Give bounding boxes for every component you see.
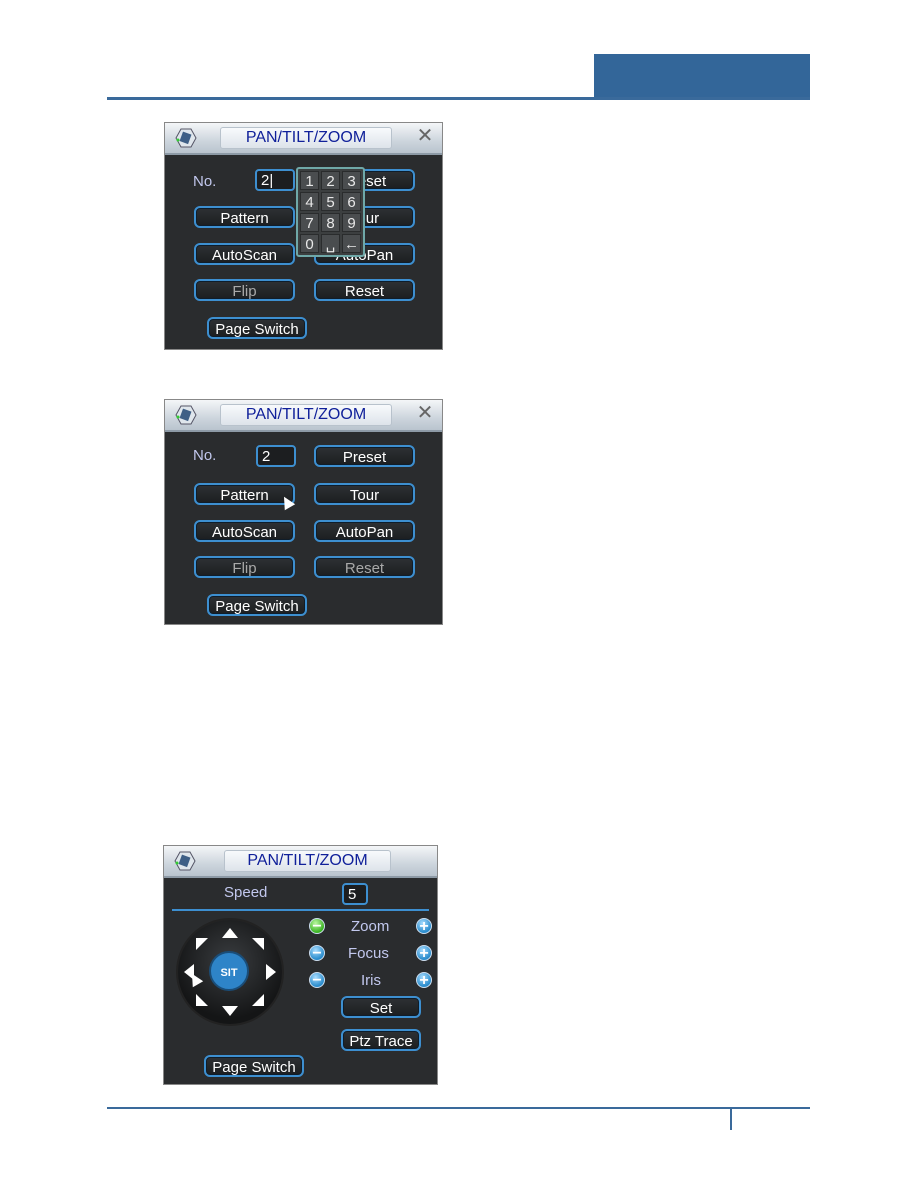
separator xyxy=(172,909,429,911)
page-switch-button[interactable]: Page Switch xyxy=(204,1055,304,1077)
no-label: No. xyxy=(193,173,217,190)
close-icon[interactable]: ✕ xyxy=(416,126,434,146)
arrow-down-icon[interactable] xyxy=(222,1006,238,1016)
arrow-up-right-icon[interactable] xyxy=(252,938,264,950)
arrow-down-right-icon[interactable] xyxy=(252,994,264,1006)
camera-logo-icon xyxy=(175,128,197,148)
key-3[interactable]: 3 xyxy=(342,171,361,190)
focus-label: Focus xyxy=(348,945,389,962)
title-bar: PAN/TILT/ZOOM xyxy=(164,846,437,878)
ptz-window-keypad: PAN/TILT/ZOOM ✕ No. 2| Preset Pattern To… xyxy=(164,122,443,350)
footer-divider xyxy=(730,1108,732,1130)
window-title: PAN/TILT/ZOOM xyxy=(220,404,392,426)
key-2[interactable]: 2 xyxy=(321,171,340,190)
autopan-button[interactable]: AutoPan xyxy=(314,520,415,542)
window-title: PAN/TILT/ZOOM xyxy=(224,850,391,872)
ptz-trace-button[interactable]: Ptz Trace xyxy=(341,1029,421,1051)
preset-button[interactable]: Preset xyxy=(314,445,415,467)
title-bar: PAN/TILT/ZOOM ✕ xyxy=(165,123,442,155)
camera-logo-icon xyxy=(175,405,197,425)
key-5[interactable]: 5 xyxy=(321,192,340,211)
title-bar: PAN/TILT/ZOOM ✕ xyxy=(165,400,442,432)
arrow-up-left-icon[interactable] xyxy=(196,938,208,950)
key-9[interactable]: 9 xyxy=(342,213,361,232)
numeric-keypad: 1 2 3 4 5 6 7 8 9 0 ␣ ← xyxy=(296,167,365,257)
ptz-window-control: PAN/TILT/ZOOM Speed 5 SIT − Zoom + − Foc… xyxy=(163,845,438,1085)
flip-button[interactable]: Flip xyxy=(194,556,295,578)
key-6[interactable]: 6 xyxy=(342,192,361,211)
ptz-window-main: PAN/TILT/ZOOM ✕ No. 2 Preset Pattern Tou… xyxy=(164,399,443,625)
zoom-label: Zoom xyxy=(351,918,390,935)
zoom-plus-button[interactable]: + xyxy=(416,918,432,935)
pattern-button[interactable]: Pattern xyxy=(194,206,295,228)
iris-label: Iris xyxy=(361,972,381,989)
arrow-right-icon[interactable] xyxy=(266,964,276,980)
reset-button[interactable]: Reset xyxy=(314,279,415,301)
camera-logo-icon xyxy=(174,851,196,871)
header-rule xyxy=(107,97,810,100)
iris-plus-button[interactable]: + xyxy=(416,972,432,989)
autoscan-button[interactable]: AutoScan xyxy=(194,243,295,265)
no-label: No. xyxy=(193,447,217,464)
speed-label: Speed xyxy=(224,884,268,901)
reset-button[interactable]: Reset xyxy=(314,556,415,578)
key-0[interactable]: 0 xyxy=(300,234,319,253)
no-field[interactable]: 2| xyxy=(255,169,295,191)
zoom-minus-button[interactable]: − xyxy=(309,918,325,935)
flip-button[interactable]: Flip xyxy=(194,279,295,301)
iris-minus-button[interactable]: − xyxy=(309,972,325,989)
key-8[interactable]: 8 xyxy=(321,213,340,232)
close-icon[interactable]: ✕ xyxy=(416,403,434,423)
key-7[interactable]: 7 xyxy=(300,213,319,232)
sit-button[interactable]: SIT xyxy=(209,951,249,991)
page-switch-button[interactable]: Page Switch xyxy=(207,317,307,339)
autoscan-button[interactable]: AutoScan xyxy=(194,520,295,542)
speed-field[interactable]: 5 xyxy=(342,883,368,905)
key-4[interactable]: 4 xyxy=(300,192,319,211)
key-space[interactable]: ␣ xyxy=(321,234,340,253)
key-1[interactable]: 1 xyxy=(300,171,319,190)
arrow-up-icon[interactable] xyxy=(222,928,238,938)
focus-plus-button[interactable]: + xyxy=(416,945,432,962)
page-switch-button[interactable]: Page Switch xyxy=(207,594,307,616)
arrow-down-left-icon[interactable] xyxy=(196,994,208,1006)
footer-rule xyxy=(107,1107,810,1109)
tour-button[interactable]: Tour xyxy=(314,483,415,505)
key-backspace[interactable]: ← xyxy=(342,234,361,253)
no-field[interactable]: 2 xyxy=(256,445,296,467)
focus-minus-button[interactable]: − xyxy=(309,945,325,962)
set-button[interactable]: Set xyxy=(341,996,421,1018)
header-banner xyxy=(594,54,810,99)
window-title: PAN/TILT/ZOOM xyxy=(220,127,392,149)
